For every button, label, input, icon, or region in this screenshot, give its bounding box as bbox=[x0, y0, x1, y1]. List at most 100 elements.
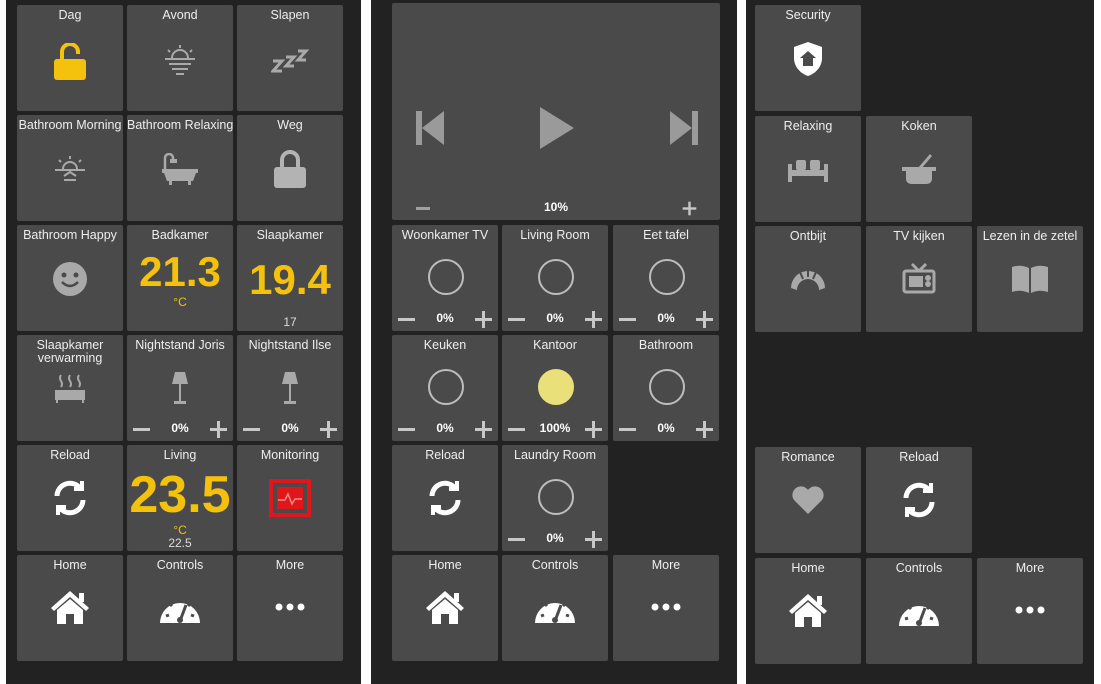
previous-track-icon[interactable] bbox=[416, 111, 444, 150]
tile-slapen[interactable]: Slapen bbox=[237, 5, 343, 111]
tile-romance[interactable]: Romance bbox=[755, 447, 861, 553]
tile-woonkamer-tv[interactable]: Woonkamer TV 0% bbox=[392, 225, 498, 331]
tile-lezen-in-de-zetel[interactable]: Lezen in de zetel bbox=[977, 226, 1083, 332]
sunrise-icon bbox=[17, 155, 123, 185]
increase-button[interactable] bbox=[696, 311, 713, 328]
tile-weg[interactable]: Weg bbox=[237, 115, 343, 221]
tile-living-room[interactable]: Living Room 0% bbox=[502, 225, 608, 331]
increase-button[interactable] bbox=[585, 421, 602, 438]
increase-button[interactable] bbox=[320, 421, 337, 438]
radiator-icon bbox=[17, 373, 123, 403]
increase-button[interactable] bbox=[585, 531, 602, 548]
lock-icon bbox=[237, 149, 343, 189]
tile-monitoring[interactable]: Monitoring bbox=[237, 445, 343, 551]
tile-bathroom-happy[interactable]: Bathroom Happy bbox=[17, 225, 123, 331]
temperature-value: 19.4 bbox=[249, 256, 331, 303]
increase-button[interactable] bbox=[475, 421, 492, 438]
tile-avond[interactable]: Avond bbox=[127, 5, 233, 111]
dimmer-control: 100% bbox=[502, 419, 608, 439]
croissant-icon bbox=[755, 266, 861, 292]
tile-label: Controls bbox=[531, 558, 579, 572]
tile-security[interactable]: Security bbox=[755, 5, 861, 111]
increase-button[interactable] bbox=[585, 311, 602, 328]
tile-eet-tafel[interactable]: Eet tafel 0% bbox=[613, 225, 719, 331]
bulb-off-icon bbox=[649, 369, 685, 405]
tile-bathroom[interactable]: Bathroom 0% bbox=[613, 335, 719, 441]
increase-button[interactable] bbox=[475, 311, 492, 328]
tile-kantoor[interactable]: Kantoor 100% bbox=[502, 335, 608, 441]
nav-controls[interactable]: Controls bbox=[502, 555, 608, 661]
tile-ontbijt[interactable]: Ontbijt bbox=[755, 226, 861, 332]
nav-home[interactable]: Home bbox=[755, 558, 861, 664]
tile-label: Laundry Room bbox=[514, 448, 596, 462]
increase-button[interactable] bbox=[696, 421, 713, 438]
panel-more-scenes: Security Relaxing Koken Ontbijt TV kijke… bbox=[746, 0, 1094, 684]
nav-controls[interactable]: Controls bbox=[127, 555, 233, 661]
setpoint-value: 17 bbox=[283, 315, 297, 329]
tile-slaapkamer-verwarming[interactable]: Slaapkamer verwarming bbox=[17, 335, 123, 441]
panel-scenes: Dag Avond Slapen Bathroom Morning Bathro… bbox=[6, 0, 361, 684]
nav-home[interactable]: Home bbox=[392, 555, 498, 661]
tile-bathroom-morning[interactable]: Bathroom Morning bbox=[17, 115, 123, 221]
volume-up-button[interactable] bbox=[682, 201, 697, 216]
reload-icon bbox=[392, 479, 498, 517]
tile-nightstand-ilse[interactable]: Nightstand Ilse 0% bbox=[237, 335, 343, 441]
more-icon bbox=[613, 603, 719, 611]
dimmer-control: 0% bbox=[613, 309, 719, 329]
nav-more[interactable]: More bbox=[237, 555, 343, 661]
increase-button[interactable] bbox=[210, 421, 227, 438]
tile-reload[interactable]: Reload bbox=[17, 445, 123, 551]
tile-label: More bbox=[275, 558, 305, 572]
temperature-value: 21.3 bbox=[139, 248, 221, 295]
tile-label: More bbox=[1015, 561, 1045, 575]
temperature-unit: °C bbox=[173, 523, 187, 537]
tile-dag[interactable]: Dag bbox=[17, 5, 123, 111]
tile-bathroom-relaxing[interactable]: Bathroom Relaxing bbox=[127, 115, 233, 221]
sunset-icon bbox=[127, 45, 233, 75]
tile-label: Kantoor bbox=[533, 338, 577, 352]
tile-label: Romance bbox=[781, 450, 835, 464]
tile-reload[interactable]: Reload bbox=[866, 447, 972, 553]
bulb-off-icon bbox=[428, 259, 464, 295]
reload-icon bbox=[866, 481, 972, 519]
gauge-icon bbox=[866, 594, 972, 628]
tile-badkamer[interactable]: Badkamer 21.3 °C bbox=[127, 225, 233, 331]
tile-relaxing[interactable]: Relaxing bbox=[755, 116, 861, 222]
home-icon bbox=[392, 589, 498, 625]
tile-label: Nightstand Ilse bbox=[248, 338, 332, 352]
bulb-off-icon bbox=[428, 369, 464, 405]
lamp-icon bbox=[127, 371, 233, 405]
next-track-icon[interactable] bbox=[670, 111, 698, 150]
tile-slaapkamer[interactable]: Slaapkamer 19.4 17 bbox=[237, 225, 343, 331]
nav-more[interactable]: More bbox=[613, 555, 719, 661]
tile-living[interactable]: Living 23.5 °C 22.5 bbox=[127, 445, 233, 551]
tile-koken[interactable]: Koken bbox=[866, 116, 972, 222]
tile-nightstand-joris[interactable]: Nightstand Joris 0% bbox=[127, 335, 233, 441]
smiley-icon bbox=[17, 261, 123, 297]
monitoring-icon bbox=[237, 479, 343, 517]
tile-label: Nightstand Joris bbox=[135, 338, 225, 352]
dimmer-control: 0% bbox=[392, 419, 498, 439]
book-icon bbox=[977, 264, 1083, 294]
nav-more[interactable]: More bbox=[977, 558, 1083, 664]
dimmer-control: 0% bbox=[392, 309, 498, 329]
play-icon[interactable] bbox=[540, 107, 574, 154]
dimmer-control: 0% bbox=[127, 419, 233, 439]
nav-controls[interactable]: Controls bbox=[866, 558, 972, 664]
tv-icon bbox=[866, 262, 972, 294]
home-icon bbox=[17, 589, 123, 625]
tile-label: Bathroom Relaxing bbox=[127, 118, 233, 132]
tile-label: Koken bbox=[901, 119, 937, 133]
more-icon bbox=[977, 606, 1083, 614]
tile-label: Ontbijt bbox=[789, 229, 827, 243]
tile-label: Keuken bbox=[423, 338, 467, 352]
setpoint-value: 22.5 bbox=[168, 536, 192, 550]
shield-home-icon bbox=[755, 41, 861, 77]
tile-tv-kijken[interactable]: TV kijken bbox=[866, 226, 972, 332]
tile-laundry-room[interactable]: Laundry Room 0% bbox=[502, 445, 608, 551]
nav-home[interactable]: Home bbox=[17, 555, 123, 661]
tile-reload[interactable]: Reload bbox=[392, 445, 498, 551]
tile-label: TV kijken bbox=[893, 229, 945, 243]
tile-label: Slapen bbox=[270, 8, 310, 22]
tile-keuken[interactable]: Keuken 0% bbox=[392, 335, 498, 441]
